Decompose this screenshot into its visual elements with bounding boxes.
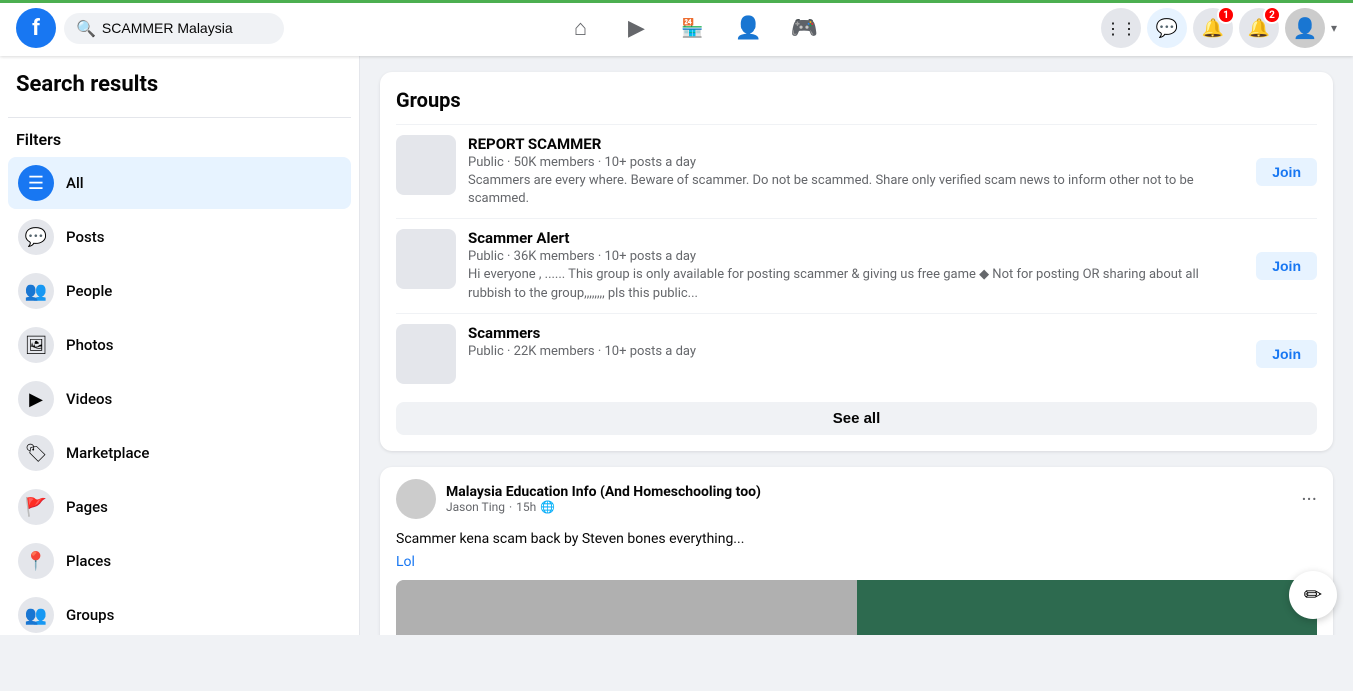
- sidebar-item-posts-label: Posts: [66, 228, 104, 246]
- sidebar-item-groups[interactable]: 👥 Groups: [8, 589, 351, 635]
- group-thumb-3: [396, 324, 456, 384]
- topnav-left: f 🔍: [16, 8, 284, 48]
- compose-icon: ✏: [1304, 583, 1322, 608]
- search-results-title: Search results: [8, 72, 351, 109]
- groups-card-title: Groups: [396, 88, 1317, 112]
- group-thumb-2: [396, 229, 456, 289]
- account-chevron[interactable]: ▾: [1331, 21, 1337, 35]
- sidebar-item-photos[interactable]: 🖼 Photos: [8, 319, 351, 371]
- group-name-1[interactable]: REPORT SCAMMER: [468, 135, 1244, 153]
- group-item-1: REPORT SCAMMER Public · 50K members · 10…: [396, 124, 1317, 218]
- search-icon: 🔍: [76, 19, 96, 38]
- post-meta-row: Jason Ting · 15h 🌐: [446, 500, 761, 514]
- notifications-badge: 1: [1217, 6, 1235, 24]
- sidebar-item-all[interactable]: ☰ All: [8, 157, 351, 209]
- post-image-left: [396, 580, 857, 635]
- post-time: 15h: [516, 500, 536, 514]
- group-item-3: Scammers Public · 22K members · 10+ post…: [396, 313, 1317, 394]
- people-nav-icon[interactable]: 👤: [724, 4, 772, 52]
- places-icon: 📍: [18, 543, 54, 579]
- sidebar-item-people[interactable]: 👥 People: [8, 265, 351, 317]
- post-avatar: [396, 479, 436, 519]
- video-nav-icon[interactable]: ▶: [612, 4, 660, 52]
- group-info-2: Scammer Alert Public · 36K members · 10+…: [468, 229, 1244, 302]
- group-meta-2: Public · 36K members · 10+ posts a day: [468, 249, 1244, 264]
- marketplace-nav-icon[interactable]: 🏪: [668, 4, 716, 52]
- groups-card: Groups REPORT SCAMMER Public · 50K membe…: [380, 72, 1333, 451]
- group-info-1: REPORT SCAMMER Public · 50K members · 10…: [468, 135, 1244, 208]
- group-info-3: Scammers Public · 22K members · 10+ post…: [468, 324, 1244, 361]
- green-bar: [0, 0, 1353, 3]
- post-author: Jason Ting: [446, 500, 505, 514]
- marketplace-icon: 🏷: [18, 435, 54, 471]
- group-meta-1: Public · 50K members · 10+ posts a day: [468, 155, 1244, 170]
- group-name-2[interactable]: Scammer Alert: [468, 229, 1244, 247]
- photos-icon: 🖼: [18, 327, 54, 363]
- main-content: Groups REPORT SCAMMER Public · 50K membe…: [360, 56, 1353, 635]
- pages-icon: 🚩: [18, 489, 54, 525]
- sidebar-item-photos-label: Photos: [66, 336, 113, 354]
- sidebar-item-people-label: People: [66, 282, 112, 300]
- post-image: Today: [396, 580, 1317, 635]
- group-desc-2: Hi everyone , ...... This group is only …: [468, 266, 1244, 302]
- group-name-3[interactable]: Scammers: [468, 324, 1244, 342]
- sidebar-item-videos[interactable]: ▶ Videos: [8, 373, 351, 425]
- home-nav-icon[interactable]: ⌂: [556, 4, 604, 52]
- post-header: Malaysia Education Info (And Homeschooli…: [396, 479, 1317, 519]
- videos-icon: ▶: [18, 381, 54, 417]
- gaming-nav-icon[interactable]: 🎮: [780, 4, 828, 52]
- sidebar-item-marketplace-label: Marketplace: [66, 444, 149, 462]
- facebook-logo[interactable]: f: [16, 8, 56, 48]
- post-text: Scammer kena scam back by Steven bones e…: [396, 529, 1317, 550]
- sidebar-item-videos-label: Videos: [66, 390, 112, 408]
- people-icon: 👥: [18, 273, 54, 309]
- post-author-info: Malaysia Education Info (And Homeschooli…: [446, 484, 761, 514]
- search-bar: 🔍: [64, 13, 284, 44]
- group-thumb-1: [396, 135, 456, 195]
- join-button-3[interactable]: Join: [1256, 340, 1317, 368]
- join-button-2[interactable]: Join: [1256, 252, 1317, 280]
- messenger-button[interactable]: 💬: [1147, 8, 1187, 48]
- sidebar-item-places-label: Places: [66, 552, 111, 570]
- sidebar-item-pages-label: Pages: [66, 498, 108, 516]
- post-card: Malaysia Education Info (And Homeschooli…: [380, 467, 1333, 635]
- topnav-center: ⌂ ▶ 🏪 👤 🎮: [284, 4, 1101, 52]
- post-group-name[interactable]: Malaysia Education Info (And Homeschooli…: [446, 484, 761, 500]
- all-icon: ☰: [18, 165, 54, 201]
- topnav: f 🔍 ⌂ ▶ 🏪 👤 🎮 ⋮⋮ 💬 🔔 1 🔔 2 👤 ▾: [0, 0, 1353, 56]
- group-meta-3: Public · 22K members · 10+ posts a day: [468, 344, 1244, 359]
- join-button-1[interactable]: Join: [1256, 158, 1317, 186]
- group-item-2: Scammer Alert Public · 36K members · 10+…: [396, 218, 1317, 312]
- filters-label: Filters: [8, 126, 351, 157]
- sidebar-item-posts[interactable]: 💬 Posts: [8, 211, 351, 263]
- post-more-options[interactable]: ···: [1301, 487, 1317, 511]
- layout: Search results Filters ☰ All 💬 Posts 👥 P…: [0, 56, 1353, 635]
- post-lol: Lol: [396, 554, 1317, 570]
- notifications-button[interactable]: 🔔 1: [1193, 8, 1233, 48]
- topnav-right: ⋮⋮ 💬 🔔 1 🔔 2 👤 ▾: [1101, 8, 1337, 48]
- user-avatar[interactable]: 👤: [1285, 8, 1325, 48]
- grid-menu-button[interactable]: ⋮⋮: [1101, 8, 1141, 48]
- search-input[interactable]: [102, 20, 262, 36]
- alerts-button[interactable]: 🔔 2: [1239, 8, 1279, 48]
- alerts-badge: 2: [1263, 6, 1281, 24]
- sidebar-divider: [8, 117, 351, 118]
- group-desc-1: Scammers are every where. Beware of scam…: [468, 172, 1244, 208]
- posts-icon: 💬: [18, 219, 54, 255]
- sidebar-item-pages[interactable]: 🚩 Pages: [8, 481, 351, 533]
- sidebar-item-marketplace[interactable]: 🏷 Marketplace: [8, 427, 351, 479]
- see-all-button[interactable]: See all: [396, 402, 1317, 435]
- post-image-right: Today: [857, 580, 1318, 635]
- post-globe-icon: 🌐: [540, 500, 555, 514]
- post-dot: ·: [509, 500, 512, 514]
- sidebar: Search results Filters ☰ All 💬 Posts 👥 P…: [0, 56, 360, 635]
- sidebar-item-all-label: All: [66, 174, 84, 192]
- sidebar-item-groups-label: Groups: [66, 606, 114, 624]
- chat-compose-button[interactable]: ✏: [1289, 571, 1337, 619]
- sidebar-item-places[interactable]: 📍 Places: [8, 535, 351, 587]
- groups-icon: 👥: [18, 597, 54, 633]
